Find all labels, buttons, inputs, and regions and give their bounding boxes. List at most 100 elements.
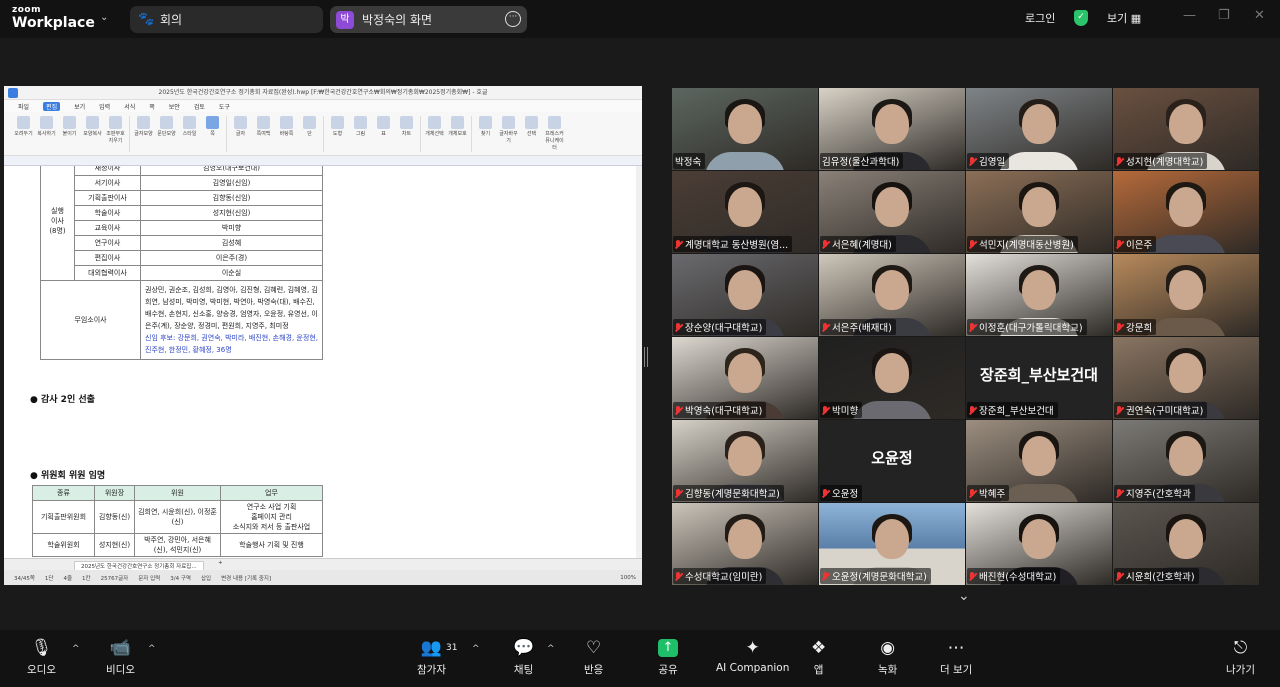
participant-tile[interactable]: 장순양(대구대학교) <box>672 254 818 336</box>
audio-button[interactable]: 🎙 오디오 <box>27 637 56 677</box>
participants-options-caret[interactable]: ^ <box>472 644 480 654</box>
participant-tile[interactable]: 지영주(간호학과 <box>1113 420 1259 502</box>
ribbon-button[interactable]: 찾기 <box>476 116 495 138</box>
participant-tile[interactable]: 강문희 <box>1113 254 1259 336</box>
participant-tile[interactable]: 석민지(계명대동산병원) <box>966 171 1112 253</box>
security-shield-icon[interactable]: ✓ <box>1074 10 1088 26</box>
participants-button[interactable]: 👥 참가자 <box>417 637 446 677</box>
muted-mic-icon <box>1116 405 1123 415</box>
menu-item[interactable]: 서식 <box>124 102 135 111</box>
ribbon-button[interactable]: 글자모양 <box>134 116 153 138</box>
ribbon-label: 글자바꾸기 <box>499 131 518 144</box>
participant-tile[interactable]: 수성대학교(임미란) <box>672 503 818 585</box>
participant-tile[interactable]: 배진현(수성대학교) <box>966 503 1112 585</box>
participant-tile[interactable]: 박미향 <box>819 337 965 419</box>
ribbon-button[interactable]: 오려두기 <box>14 116 33 138</box>
ribbon-button[interactable]: 표 <box>374 116 393 138</box>
participant-tile[interactable]: 오윤정 오윤정 <box>819 420 965 502</box>
close-icon[interactable]: ✕ <box>1254 8 1265 23</box>
ribbon-button[interactable]: 프레스커뮤니케이터 <box>545 116 564 152</box>
maximize-icon[interactable]: ❐ <box>1218 8 1230 23</box>
participant-tile[interactable]: 오윤정(계명문화대학교) <box>819 503 965 585</box>
audio-options-caret[interactable]: ^ <box>72 644 80 654</box>
meeting-tab[interactable]: 🐾 회의 <box>130 6 323 33</box>
video-options-caret[interactable]: ^ <box>148 644 156 654</box>
ribbon-label: 오려두기 <box>14 131 33 137</box>
participant-tile[interactable]: 박혜주 <box>966 420 1112 502</box>
video-button[interactable]: 📹 비디오 <box>106 637 135 677</box>
ribbon-icon <box>331 116 344 129</box>
committee-chair: 성지현(신) <box>94 533 135 557</box>
ribbon-button[interactable]: 선택 <box>522 116 541 138</box>
chat-options-caret[interactable]: ^ <box>547 644 555 654</box>
ribbon-label: 붙이기 <box>62 131 77 137</box>
share-button[interactable]: ↑ 공유 <box>658 637 678 677</box>
leave-button[interactable]: ⎋ 나가기 <box>1226 637 1255 677</box>
ribbon-button[interactable]: 스타일 <box>180 116 199 138</box>
participant-tile[interactable]: 서은주(배재대) <box>819 254 965 336</box>
ribbon-button[interactable]: 단 <box>300 116 319 138</box>
ribbon-button[interactable]: 바탕쪽 <box>277 116 296 138</box>
chat-button[interactable]: 💬 채팅 <box>513 637 534 677</box>
participant-tile[interactable]: 성지현(계명대학교) <box>1113 88 1259 170</box>
group-label: 실행 이사 (8명) <box>40 166 75 281</box>
menu-item[interactable]: 입력 <box>99 102 110 111</box>
react-button[interactable]: ♡ 반응 <box>584 637 603 677</box>
ribbon-label: 복사하기 <box>37 131 56 137</box>
ribbon-button[interactable]: 복사하기 <box>37 116 56 138</box>
document-page[interactable]: 실행 이사 (8명) 재정이사 김영오(대구보건대) 서기이사 김영일(신임) 기획출판이… <box>4 166 636 558</box>
participant-tile[interactable]: 서은혜(계명대) <box>819 171 965 253</box>
ribbon-button[interactable]: 모양복사 <box>83 116 102 138</box>
ribbon-button[interactable]: 차트 <box>397 116 416 138</box>
participant-tile[interactable]: 시윤희(간호학과) <box>1113 503 1259 585</box>
menu-item[interactable]: 파일 <box>18 102 29 111</box>
participant-tile[interactable]: 김유정(울산과학대) <box>819 88 965 170</box>
ribbon-button[interactable]: 조판부호지우기 <box>106 116 125 145</box>
participant-face <box>728 353 762 394</box>
ribbon-label: 쪽여백 <box>256 131 271 137</box>
add-tab-icon[interactable]: + <box>218 560 223 566</box>
participant-tile[interactable]: 권연숙(구미대학교) <box>1113 337 1259 419</box>
ribbon-button[interactable]: 쪽여백 <box>254 116 273 138</box>
ribbon-button[interactable]: 쪽 <box>203 116 222 138</box>
ribbon-button[interactable]: 붙이기 <box>60 116 79 138</box>
ai-companion-button[interactable]: ✦ AI Companion <box>716 637 789 674</box>
participant-tile[interactable]: 박영숙(대구대학교) <box>672 337 818 419</box>
share-tab[interactable]: 박 박정숙의 화면 ··· <box>330 6 527 33</box>
view-button[interactable]: 보기 ▦ <box>1107 10 1141 26</box>
ribbon-button[interactable]: 글자 <box>231 116 250 138</box>
participant-display-name: 장준희_부산보건대 <box>980 366 1098 385</box>
menu-item[interactable]: 보기 <box>74 102 85 111</box>
participant-tile[interactable]: 박정숙 <box>672 88 818 170</box>
ribbon-button[interactable]: 문단모양 <box>157 116 176 138</box>
menu-item[interactable]: 검토 <box>194 102 205 111</box>
record-button[interactable]: ◉ 녹화 <box>878 637 897 677</box>
participant-tile[interactable]: 이은주 <box>1113 171 1259 253</box>
participant-tile[interactable]: 계명대학교 동산병원(염... <box>672 171 818 253</box>
minimize-icon[interactable]: — <box>1183 8 1196 23</box>
vertical-scrollbar[interactable] <box>636 166 642 558</box>
more-button[interactable]: ⋯ 더 보기 <box>940 637 972 677</box>
ribbon-icon <box>137 116 150 129</box>
chevron-down-icon[interactable]: ⌄ <box>100 12 108 23</box>
ribbon-button[interactable]: 그림 <box>351 116 370 138</box>
ribbon-button[interactable]: 도형 <box>328 116 347 138</box>
more-options-icon[interactable]: ··· <box>505 11 521 27</box>
menu-item[interactable]: 보안 <box>169 102 180 111</box>
ribbon-button[interactable]: 개체선택 <box>425 116 444 138</box>
participant-tile[interactable]: 이정훈(대구가톨릭대학교) <box>966 254 1112 336</box>
participant-tile[interactable]: 김향동(계명문화대학교) <box>672 420 818 502</box>
menu-item[interactable]: 도구 <box>219 102 230 111</box>
ribbon-button[interactable]: 개체보호 <box>448 116 467 138</box>
ribbon-button[interactable]: 글자바꾸기 <box>499 116 518 145</box>
participant-tile[interactable]: 김영일 <box>966 88 1112 170</box>
participant-tile[interactable]: 장준희_부산보건대 장준희_부산보건대 <box>966 337 1112 419</box>
menu-item[interactable]: 편집 <box>43 101 61 111</box>
participant-face <box>1022 436 1056 477</box>
participant-name-label: 오윤정 <box>820 485 863 501</box>
menu-item[interactable]: 쪽 <box>149 102 155 111</box>
split-handle[interactable] <box>644 347 648 367</box>
apps-button[interactable]: ❖ 앱 <box>811 637 826 677</box>
login-button[interactable]: 로그인 <box>1025 10 1055 26</box>
chevron-down-icon[interactable]: ⌄ <box>958 588 970 604</box>
